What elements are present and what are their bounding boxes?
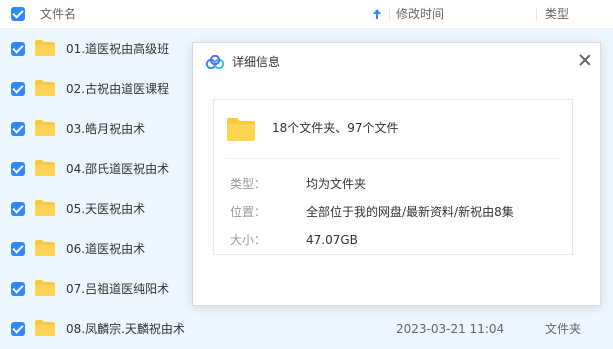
selection-summary: 18个文件夹、97个文件 — [272, 121, 399, 135]
size-value: 47.07GB — [306, 233, 358, 247]
location-value: 全部位于我的网盘/最新资料/新祝由8集 — [306, 205, 514, 219]
file-name[interactable]: 02.古祝由道医课程 — [66, 69, 169, 109]
file-name[interactable]: 07.吕祖道医纯阳术 — [66, 269, 169, 309]
folder-icon — [35, 160, 55, 176]
close-icon[interactable] — [578, 53, 592, 67]
column-divider[interactable] — [536, 7, 537, 21]
file-name[interactable]: 05.天医祝由术 — [66, 189, 145, 229]
folder-icon — [227, 118, 255, 141]
folder-icon — [35, 200, 55, 216]
row-checkbox[interactable] — [11, 322, 25, 336]
row-checkbox[interactable] — [11, 202, 25, 216]
row-checkbox[interactable] — [11, 242, 25, 256]
column-header-name[interactable]: 文件名 — [40, 0, 76, 28]
folder-icon — [35, 40, 55, 56]
baidu-netdisk-logo-icon — [205, 55, 225, 69]
dialog-title: 详细信息 — [232, 55, 281, 69]
file-row[interactable]: 08.凤麟宗.天麟祝由术 2023-03-21 11:04 文件夹 — [0, 309, 613, 349]
folder-icon — [35, 120, 55, 136]
size-label: 大小： — [230, 233, 267, 247]
file-name[interactable]: 04.邵氏道医祝由术 — [66, 149, 169, 189]
file-name[interactable]: 08.凤麟宗.天麟祝由术 — [66, 309, 185, 349]
details-panel: 18个文件夹、97个文件 类型： 均为文件夹 位置： 全部位于我的网盘/最新资料… — [213, 99, 573, 255]
row-checkbox[interactable] — [11, 122, 25, 136]
file-name[interactable]: 06.道医祝由术 — [66, 229, 145, 269]
file-name[interactable]: 01.道医祝由高级班 — [66, 29, 169, 69]
location-label: 位置： — [230, 205, 267, 219]
file-type: 文件夹 — [545, 322, 582, 336]
folder-icon — [35, 320, 55, 336]
file-name[interactable]: 03.皓月祝由术 — [66, 109, 145, 149]
folder-icon — [35, 240, 55, 256]
row-checkbox[interactable] — [11, 162, 25, 176]
sort-ascending-icon[interactable] — [371, 6, 383, 22]
select-all-checkbox[interactable] — [11, 7, 25, 21]
row-checkbox[interactable] — [11, 42, 25, 56]
type-label: 类型： — [230, 177, 267, 191]
type-value: 均为文件夹 — [306, 177, 367, 191]
column-header-modified[interactable]: 修改时间 — [396, 0, 444, 28]
divider — [226, 158, 560, 159]
row-checkbox[interactable] — [11, 82, 25, 96]
file-modified-time: 2023-03-21 11:04 — [396, 322, 505, 336]
folder-icon — [35, 280, 55, 296]
details-dialog: 详细信息 18个文件夹、97个文件 类型： 均为文件夹 位置： 全部位于我的网盘… — [192, 42, 601, 306]
file-list-header: 文件名 修改时间 类型 — [0, 0, 613, 29]
column-divider[interactable] — [389, 7, 390, 21]
row-checkbox[interactable] — [11, 282, 25, 296]
folder-icon — [35, 80, 55, 96]
column-header-type[interactable]: 类型 — [545, 0, 569, 28]
